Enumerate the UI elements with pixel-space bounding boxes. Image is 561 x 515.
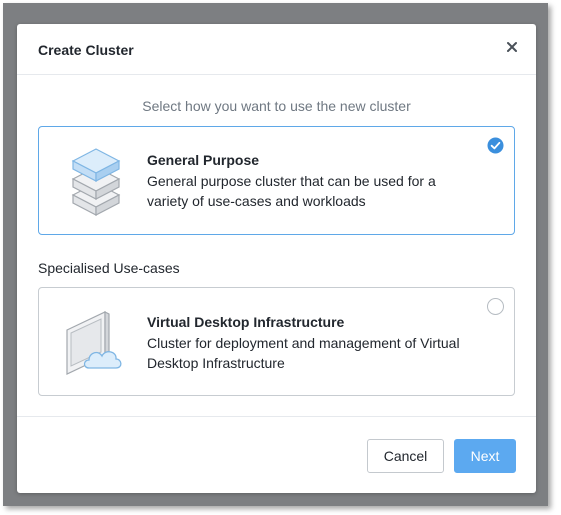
option-description: Cluster for deployment and management of… [147,335,460,371]
cancel-button[interactable]: Cancel [367,439,444,473]
close-icon[interactable] [504,39,520,55]
desktop-cloud-icon [61,304,131,380]
section-label-specialised: Specialised Use-cases [38,260,180,276]
dialog-title: Create Cluster [38,42,134,58]
option-card-general-purpose[interactable]: General Purpose General purpose cluster … [38,126,515,235]
check-circle-icon [487,137,504,154]
next-button[interactable]: Next [454,439,516,473]
option-description: General purpose cluster that can be used… [147,173,436,209]
create-cluster-dialog: Create Cluster Select how you want to us… [17,24,536,493]
dialog-header: Create Cluster [17,24,536,75]
dialog-subtitle: Select how you want to use the new clust… [142,98,411,114]
option-card-vdi[interactable]: Virtual Desktop Infrastructure Cluster f… [38,287,515,396]
server-stack-icon [61,143,131,219]
dialog-footer-divider [17,416,536,417]
option-title: General Purpose [147,152,260,168]
option-title: Virtual Desktop Infrastructure [147,314,345,330]
radio-unselected[interactable] [487,298,504,315]
